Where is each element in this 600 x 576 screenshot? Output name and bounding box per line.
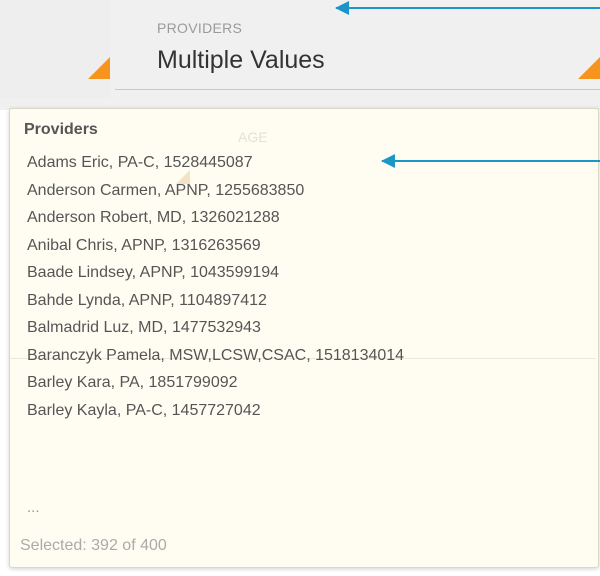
annotation-arrow-icon xyxy=(381,154,600,168)
list-item: Baade Lindsey, APNP, 1043599194 xyxy=(27,264,280,281)
adjacent-filter-panel xyxy=(0,0,110,98)
list-item: Barley Kayla, PA-C, 1457727042 xyxy=(27,401,261,419)
annotation-arrow-icon xyxy=(335,1,600,15)
list-item: Anderson Robert, MD, 1326021288 xyxy=(27,209,280,226)
filter-label: PROVIDERS xyxy=(157,20,243,36)
list-item: Bahde Lynda, APNP, 1104897412 xyxy=(27,291,267,309)
selection-count: Selected: 392 of 400 xyxy=(20,537,167,554)
more-ellipsis: ... xyxy=(27,499,40,516)
filter-underline xyxy=(115,89,600,90)
filter-value[interactable]: Multiple Values xyxy=(157,46,325,75)
provider-list: Adams Eric, PA-C, 1528445087 Anderson Ca… xyxy=(27,149,404,424)
list-item: Baranczyk Pamela, MSW,LCSW,CSAC, 1518134… xyxy=(27,346,405,364)
list-item: Balmadrid Luz, MD, 1477532943 xyxy=(27,319,261,336)
dropdown-corner-icon[interactable] xyxy=(88,57,110,79)
list-item: Barley Kara, PA, 1851799092 xyxy=(27,374,238,391)
dropdown-corner-icon[interactable] xyxy=(578,57,600,79)
screenshot: PROVIDERS Multiple Values AGE Providers … xyxy=(0,0,600,576)
list-item: Anibal Chris, APNP, 1316263569 xyxy=(27,236,261,254)
list-item: Adams Eric, PA-C, 1528445087 xyxy=(27,154,253,171)
providers-filter[interactable]: PROVIDERS Multiple Values xyxy=(0,0,600,110)
background-age-label: AGE xyxy=(238,129,268,145)
list-item: Anderson Carmen, APNP, 1255683850 xyxy=(27,181,305,199)
tooltip-title: Providers xyxy=(24,121,98,138)
